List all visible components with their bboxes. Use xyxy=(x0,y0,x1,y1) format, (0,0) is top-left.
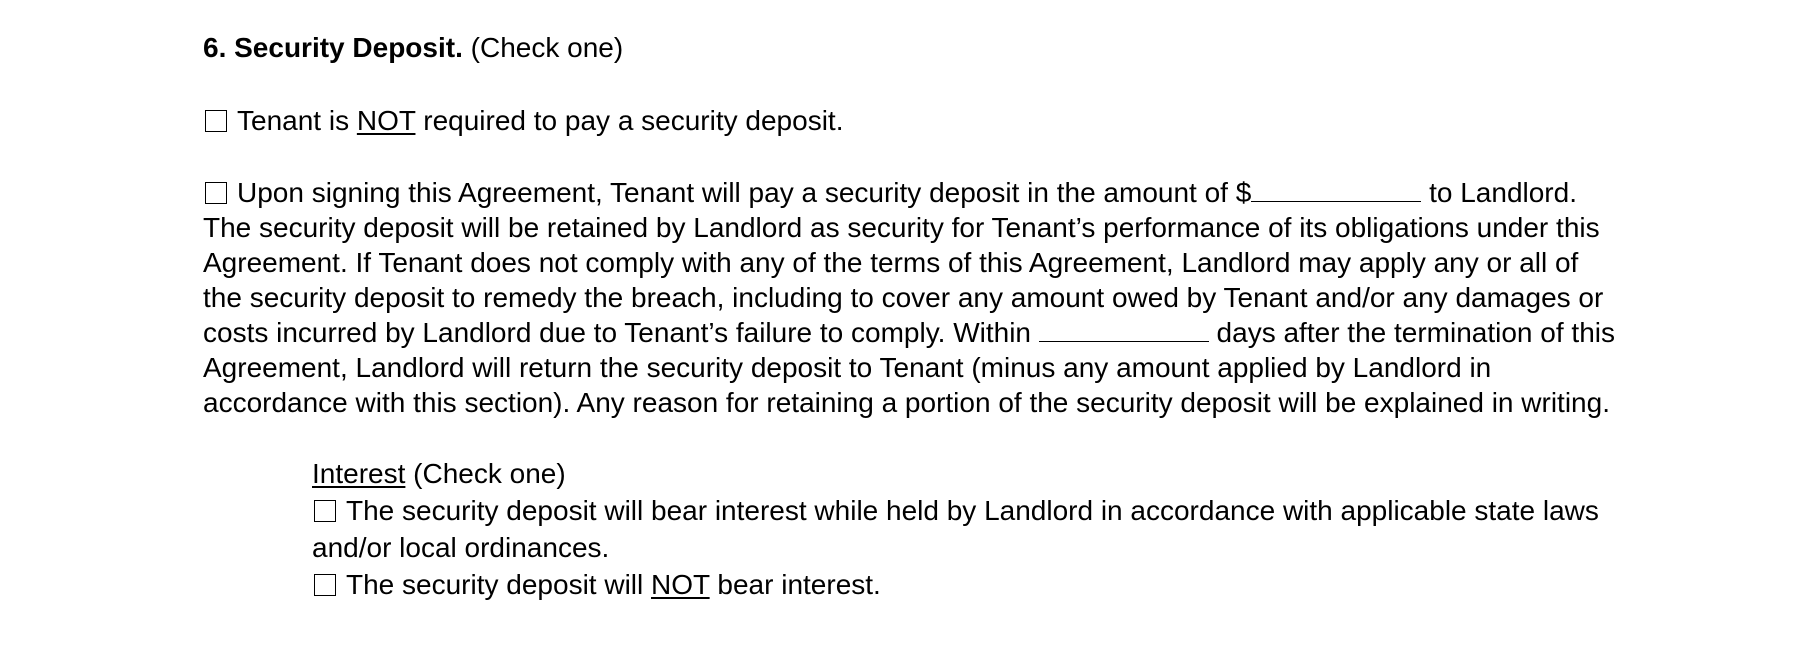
interest-subsection: Interest (Check one) The security deposi… xyxy=(203,455,1623,603)
interest-option-not-prefix: The security deposit will xyxy=(346,569,652,600)
section-instruction: (Check one) xyxy=(470,32,624,63)
option-no-deposit: Tenant is NOT required to pay a security… xyxy=(203,103,1623,138)
interest-instruction: (Check one) xyxy=(405,458,566,489)
interest-heading: Interest (Check one) xyxy=(312,455,1623,492)
option-no-deposit-prefix: Tenant is xyxy=(237,105,357,136)
deposit-amount-blank[interactable] xyxy=(1251,179,1422,202)
deposit-text-before-amount: Upon signing this Agreement, Tenant will… xyxy=(237,177,1252,208)
option-deposit: Upon signing this Agreement, Tenant will… xyxy=(203,175,1623,420)
option-no-deposit-suffix: required to pay a security deposit. xyxy=(415,105,844,136)
section-heading: 6. Security Deposit. (Check one) xyxy=(203,30,1623,66)
checkbox-interest-bear[interactable] xyxy=(314,500,336,522)
checkbox-interest-not[interactable] xyxy=(314,574,336,596)
return-days-blank[interactable] xyxy=(1038,319,1209,342)
interest-option-bear: The security deposit will bear interest … xyxy=(312,492,1623,566)
interest-title: Interest xyxy=(312,458,406,489)
interest-option-not: The security deposit will NOT bear inter… xyxy=(312,566,1623,603)
checkbox-no-deposit[interactable] xyxy=(205,110,227,132)
interest-option-not-suffix: bear interest. xyxy=(709,569,881,600)
section-title: 6. Security Deposit. xyxy=(203,32,463,63)
option-no-deposit-emphasis: NOT xyxy=(356,105,416,136)
document-page: 6. Security Deposit. (Check one) Tenant … xyxy=(203,30,1623,603)
checkbox-deposit[interactable] xyxy=(205,182,227,204)
interest-option-not-emphasis: NOT xyxy=(651,569,710,600)
interest-option-bear-text: The security deposit will bear interest … xyxy=(312,495,1599,563)
